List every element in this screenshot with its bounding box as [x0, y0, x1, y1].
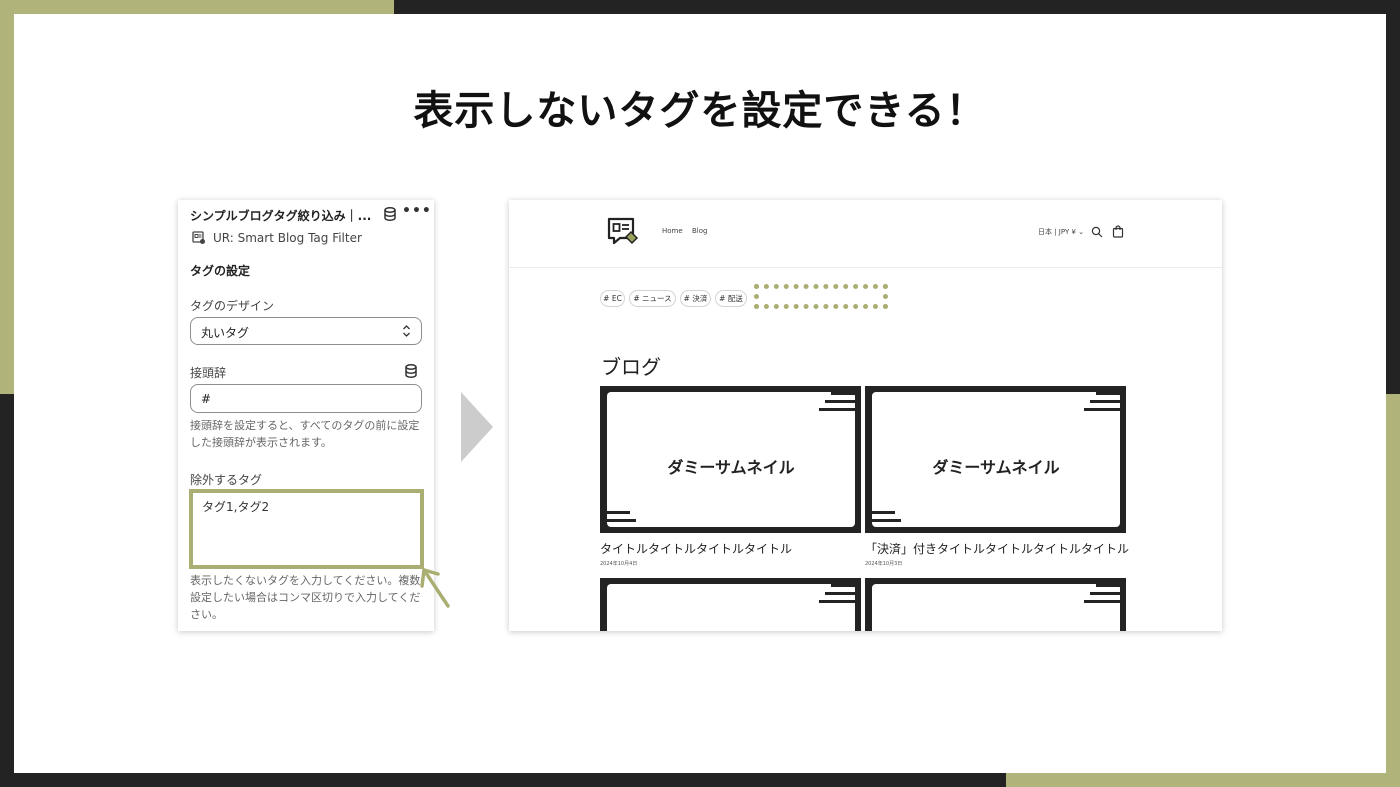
- database-icon[interactable]: [405, 364, 417, 378]
- post-thumbnail[interactable]: [865, 578, 1126, 631]
- section-title: タグの設定: [190, 264, 251, 278]
- post-thumbnail[interactable]: ダミーサムネイル: [600, 386, 861, 533]
- tag-design-value: 丸いタグ: [201, 326, 250, 340]
- exclude-tags-textarea[interactable]: タグ1,タグ2: [189, 489, 424, 569]
- thumbnail-lines-decoration: [1084, 392, 1126, 411]
- thumbnail-lines-decoration: [819, 584, 861, 603]
- locale-selector[interactable]: 日本 | JPY ¥ ⌄: [1038, 227, 1084, 237]
- panel-title: シンプルブログタグ絞り込み｜...: [190, 209, 372, 223]
- exclude-tags-value: タグ1,タグ2: [202, 500, 270, 514]
- post-date: 2024年10月3日: [865, 561, 903, 567]
- more-options-icon[interactable]: •••: [402, 203, 432, 219]
- thumbnail-text: ダミーサムネイル: [667, 458, 795, 477]
- thumbnail-text: ダミーサムネイル: [932, 458, 1060, 477]
- blog-heading: ブログ: [601, 355, 661, 379]
- post-thumbnail[interactable]: ダミーサムネイル: [865, 386, 1126, 533]
- pointer-arrow-icon: [420, 568, 450, 608]
- store-preview: Home Blog 日本 | JPY ¥ ⌄ # EC # ニュース # 決済 …: [509, 200, 1222, 631]
- chevron-right-icon: [461, 392, 493, 462]
- chevron-up-down-icon: [403, 325, 410, 337]
- post-thumbnail[interactable]: [600, 578, 861, 631]
- post-date: 2024年10月4日: [600, 561, 638, 567]
- nav-blog[interactable]: Blog: [692, 227, 707, 235]
- tag-chip[interactable]: # 配送: [715, 290, 747, 307]
- headline: 表示しないタグを設定できる！: [413, 88, 987, 134]
- prefix-input[interactable]: #: [190, 384, 422, 413]
- cart-icon[interactable]: [1112, 225, 1124, 238]
- post-title[interactable]: 「決済」付きタイトルタイトルタイトルタイトル: [865, 540, 1129, 557]
- tag-design-select[interactable]: 丸いタグ: [190, 317, 422, 345]
- thumbnail-lines-decoration: [600, 511, 644, 530]
- tag-design-label: タグのデザイン: [190, 299, 275, 313]
- thumbnail-lines-decoration: [865, 511, 909, 530]
- prefix-label: 接頭辞: [190, 366, 227, 380]
- app-name: UR: Smart Blog Tag Filter: [213, 231, 362, 245]
- hidden-tags-placeholder: [754, 284, 888, 309]
- prefix-help-text: 接頭辞を設定すると、すべてのタグの前に設定した接頭辞が表示されます。: [190, 419, 420, 449]
- nav-home[interactable]: Home: [662, 227, 683, 235]
- app-icon: [192, 231, 205, 244]
- settings-panel: シンプルブログタグ絞り込み｜... ••• UR: Smart Blog Tag…: [178, 200, 434, 631]
- search-icon[interactable]: [1091, 226, 1103, 238]
- header-divider: [509, 267, 1222, 268]
- prefix-value: #: [201, 392, 212, 406]
- exclude-help-text: 表示したくないタグを入力してください。複数設定したい場合はコンマ区切りで入力して…: [190, 574, 421, 621]
- thumbnail-lines-decoration: [819, 392, 861, 411]
- database-icon[interactable]: [384, 207, 396, 221]
- exclude-tags-label: 除外するタグ: [190, 473, 263, 487]
- tag-chip[interactable]: # ニュース: [629, 290, 676, 307]
- tag-chip[interactable]: # 決済: [680, 290, 711, 307]
- store-logo-icon[interactable]: [606, 216, 640, 248]
- thumbnail-lines-decoration: [1084, 584, 1126, 603]
- tag-chip[interactable]: # EC: [600, 290, 625, 307]
- post-title[interactable]: タイトルタイトルタイトルタイトル: [600, 540, 792, 557]
